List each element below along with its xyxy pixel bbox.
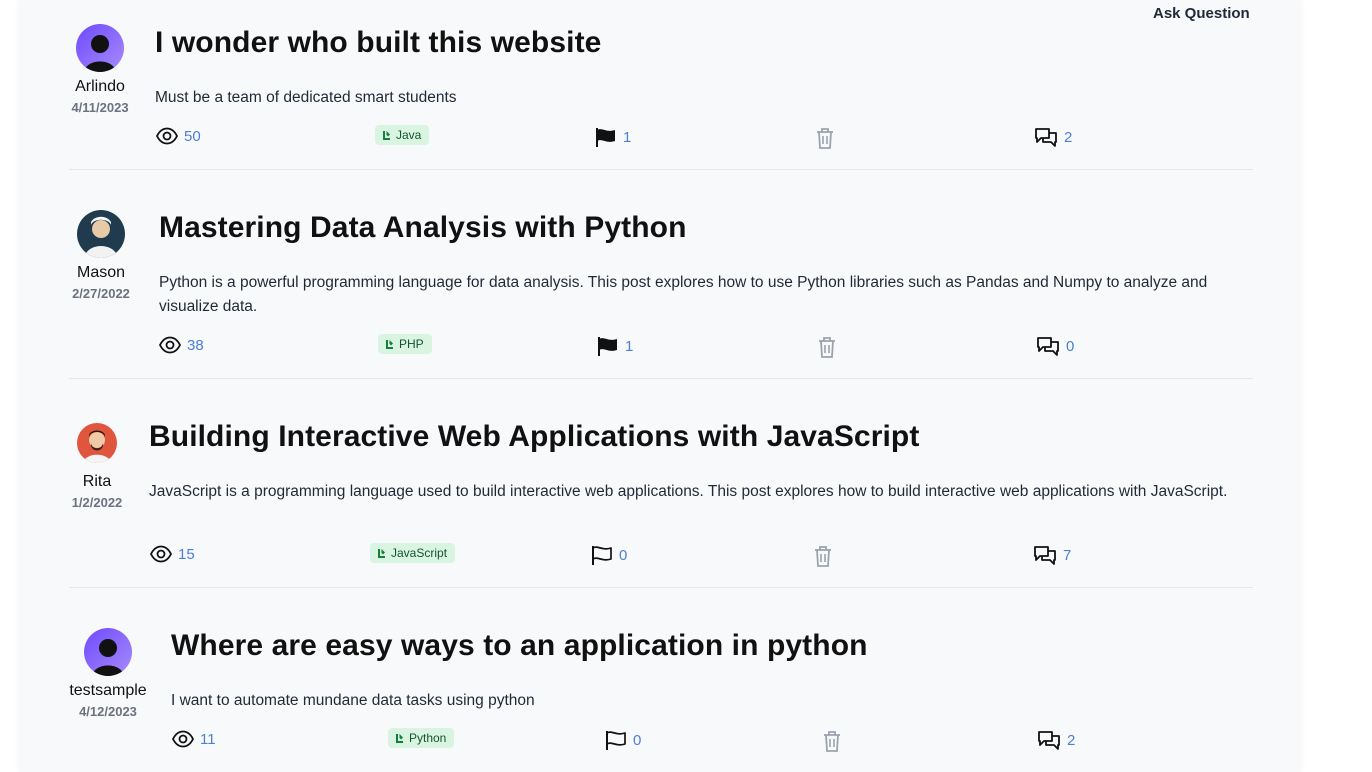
comments-stat[interactable]: 0 xyxy=(1036,336,1074,357)
trash-icon[interactable] xyxy=(817,336,837,358)
flag-outline-icon[interactable] xyxy=(591,545,613,566)
eye-icon xyxy=(150,545,172,563)
comments-stat[interactable]: 7 xyxy=(1033,545,1071,566)
tag-badge[interactable]: Python xyxy=(388,728,455,748)
tag-icon xyxy=(396,733,403,743)
comments-icon[interactable] xyxy=(1033,545,1057,566)
flag-stat[interactable]: 1 xyxy=(597,336,633,357)
post-body: JavaScript is a programming language use… xyxy=(149,483,1228,500)
views-stat: 38 xyxy=(159,336,204,354)
flag-count: 0 xyxy=(633,732,642,749)
post-divider xyxy=(69,587,1253,588)
author-block: testsample 4/12/2023 xyxy=(63,628,153,719)
post-date: 4/12/2023 xyxy=(79,704,137,719)
tag-icon xyxy=(378,548,385,558)
post-date: 1/2/2022 xyxy=(71,495,123,510)
author-name[interactable]: Mason xyxy=(56,264,146,282)
views-stat: 15 xyxy=(150,545,195,563)
comments-icon[interactable] xyxy=(1037,730,1061,751)
delete-stat[interactable] xyxy=(822,730,842,752)
avatar[interactable] xyxy=(77,210,125,258)
delete-stat[interactable] xyxy=(813,545,833,567)
eye-icon xyxy=(172,730,194,748)
tag-label: Python xyxy=(409,731,447,745)
flag-stat[interactable]: 0 xyxy=(605,730,641,751)
views-count: 15 xyxy=(178,545,195,563)
tag-label: PHP xyxy=(399,337,424,351)
comments-count: 2 xyxy=(1067,732,1076,749)
views-stat: 11 xyxy=(172,730,216,748)
flag-count: 0 xyxy=(619,547,628,564)
comments-icon[interactable] xyxy=(1036,336,1060,357)
flag-count: 1 xyxy=(625,338,634,355)
post-body: Python is a powerful programming languag… xyxy=(159,274,1208,315)
post-body: I want to automate mundane data tasks us… xyxy=(171,692,535,709)
post-title[interactable]: Where are easy ways to an application in… xyxy=(171,629,868,663)
tag-icon xyxy=(386,339,393,349)
post-divider xyxy=(69,169,1253,170)
flag-icon[interactable] xyxy=(597,336,619,357)
views-count: 11 xyxy=(200,730,216,748)
author-block: Mason 2/27/2022 xyxy=(56,210,146,301)
trash-icon[interactable] xyxy=(813,545,833,567)
comments-count: 0 xyxy=(1066,338,1075,355)
post-card: testsample 4/12/2023 Where are easy ways… xyxy=(0,0,1372,752)
post-divider xyxy=(69,378,1253,379)
comments-count: 7 xyxy=(1063,547,1072,564)
trash-icon[interactable] xyxy=(822,730,842,752)
flag-outline-icon[interactable] xyxy=(605,730,627,751)
post-title[interactable]: Mastering Data Analysis with Python xyxy=(159,211,687,245)
post-date: 2/27/2022 xyxy=(72,286,130,301)
tag-badge[interactable]: PHP xyxy=(378,334,432,354)
tag-badge[interactable]: JavaScript xyxy=(370,543,456,563)
views-count: 38 xyxy=(187,336,204,354)
author-block: Rita 1/2/2022 xyxy=(52,423,142,510)
delete-stat[interactable] xyxy=(817,336,837,358)
comments-stat[interactable]: 2 xyxy=(1037,730,1075,751)
author-name[interactable]: testsample xyxy=(63,682,153,700)
post-title[interactable]: Building Interactive Web Applications wi… xyxy=(149,420,919,454)
author-name[interactable]: Rita xyxy=(52,473,142,491)
avatar[interactable] xyxy=(84,628,132,676)
avatar[interactable] xyxy=(77,423,117,463)
eye-icon xyxy=(159,336,181,354)
tag-label: JavaScript xyxy=(391,546,448,560)
flag-stat[interactable]: 0 xyxy=(591,545,627,566)
